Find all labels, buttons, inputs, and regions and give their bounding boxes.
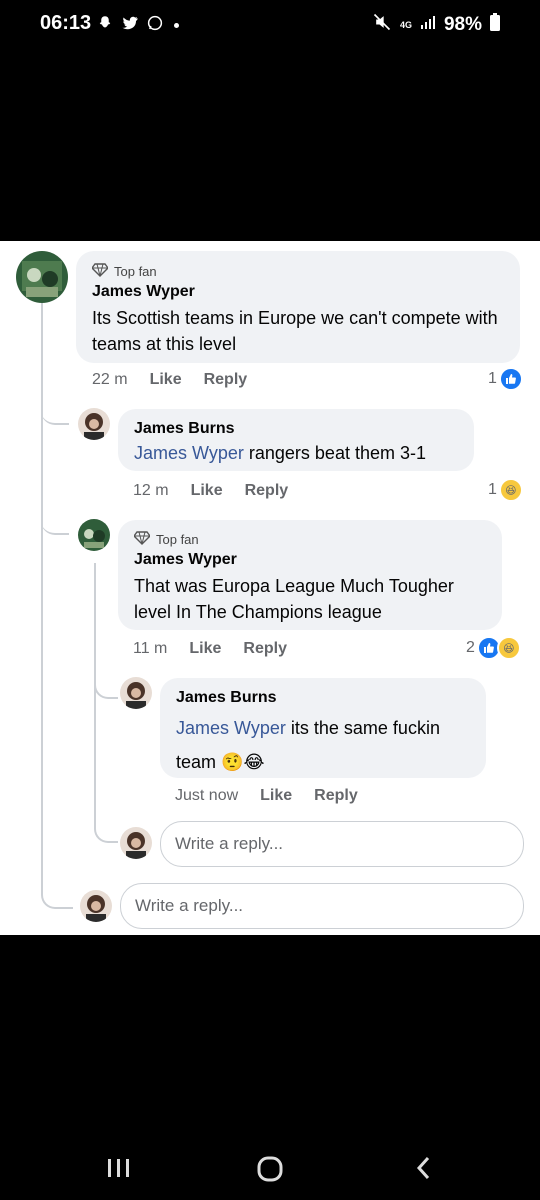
reply-bubble-2: Top fan James Wyper That was Europa Leag…: [118, 520, 502, 630]
signal-icon: [420, 14, 436, 36]
diamond-icon: [91, 263, 109, 280]
nested-reply-input[interactable]: Write a reply...: [160, 821, 524, 867]
navigation-bar: [0, 1130, 540, 1200]
reaction-count: 2: [466, 639, 475, 656]
battery-level: 98%: [443, 14, 482, 35]
reply-time: Just now: [175, 787, 239, 804]
reply-text: That was Europa League Much Tougher leve…: [134, 576, 454, 622]
top-fan-label: Top fan: [114, 264, 157, 279]
whatsapp-icon: [146, 14, 164, 37]
thread-connector-nested-input: [94, 801, 118, 843]
like-button[interactable]: Like: [260, 787, 292, 805]
mention-link[interactable]: James Wyper: [134, 443, 244, 463]
reply-actions-3: Just now Like Reply: [175, 787, 358, 805]
thread-connector-reply-3: [94, 661, 118, 699]
reply-button[interactable]: Reply: [314, 787, 358, 805]
avatar-james-wyper[interactable]: [78, 519, 110, 551]
top-fan-badge: Top fan: [91, 263, 157, 280]
haha-reaction-icon: 😆: [498, 478, 523, 502]
reply-bubble-3: James Burns James Wyper its the same fuc…: [160, 678, 486, 778]
comment-time: 22 m: [92, 371, 128, 388]
haha-reaction-icon: 😆: [496, 636, 521, 660]
battery-icon: [490, 13, 500, 37]
avatar-james-wyper[interactable]: [16, 251, 68, 303]
reply-button[interactable]: Reply: [245, 482, 289, 500]
reply-author[interactable]: James Wyper: [134, 551, 237, 569]
avatar-current-user: [80, 890, 112, 922]
thread-connector-input: [41, 861, 73, 909]
like-reaction-icon: [498, 367, 523, 391]
comment-thread: Top fan James Wyper Its Scottish teams i…: [0, 241, 540, 935]
like-button[interactable]: Like: [189, 640, 221, 658]
comment-author[interactable]: James Wyper: [92, 283, 195, 301]
reply-author[interactable]: James Burns: [134, 420, 235, 438]
reply-actions-2: 11 m Like Reply: [133, 640, 287, 658]
reaction-summary-2[interactable]: 2 😆: [466, 636, 521, 660]
status-right: 4G 98%: [372, 12, 500, 38]
reply-input[interactable]: Write a reply...: [120, 883, 524, 929]
reply-time: 11 m: [133, 640, 168, 657]
recent-apps-button[interactable]: [106, 1157, 132, 1184]
reaction-summary-1[interactable]: 1 😆: [488, 478, 523, 502]
reply-text: James Wyper rangers beat them 3-1: [134, 440, 426, 466]
reply-author[interactable]: James Burns: [176, 689, 277, 707]
reaction-count: 1: [488, 370, 497, 387]
like-button[interactable]: Like: [191, 482, 223, 500]
network-type: 4G: [399, 19, 412, 30]
mention-link[interactable]: James Wyper: [176, 718, 286, 738]
thread-connector-reply-1: [41, 391, 69, 425]
reaction-count: 1: [488, 481, 497, 498]
reply-bubble-1: James Burns James Wyper rangers beat the…: [118, 409, 474, 471]
reply-text-body: rangers beat them 3-1: [248, 443, 426, 463]
snapchat-icon: [96, 14, 114, 37]
avatar-current-user: [120, 827, 152, 859]
status-time: 06:13: [40, 12, 92, 34]
emoji-face-icons: 🤨😂: [221, 752, 265, 772]
comment-actions-main: 22 m Like Reply: [92, 371, 247, 389]
top-fan-badge: Top fan: [133, 531, 199, 548]
comment-bubble-main: Top fan James Wyper Its Scottish teams i…: [76, 251, 520, 363]
thread-line-main: [41, 303, 43, 883]
home-button[interactable]: [256, 1155, 284, 1188]
more-notifications-dot: [174, 23, 179, 28]
notification-icons: [96, 14, 179, 37]
back-button[interactable]: [414, 1155, 432, 1186]
status-bar: 06:13 4G 98%: [0, 0, 540, 52]
reply-text: James Wyper its the same fuckin team 🤨😂: [176, 711, 476, 779]
avatar-james-burns[interactable]: [120, 677, 152, 709]
comment-text: Its Scottish teams in Europe we can't co…: [92, 308, 498, 354]
reaction-summary-main[interactable]: 1: [488, 367, 523, 391]
reply-button[interactable]: Reply: [204, 371, 248, 389]
reply-time: 12 m: [133, 482, 169, 499]
top-fan-label: Top fan: [156, 532, 199, 547]
twitter-icon: [120, 14, 140, 37]
like-button[interactable]: Like: [150, 371, 182, 389]
mute-icon: [372, 12, 392, 38]
reply-actions-1: 12 m Like Reply: [133, 482, 288, 500]
thread-connector-reply-2: [41, 501, 69, 535]
diamond-icon: [133, 531, 151, 548]
avatar-james-burns[interactable]: [78, 408, 110, 440]
reply-button[interactable]: Reply: [243, 640, 287, 658]
